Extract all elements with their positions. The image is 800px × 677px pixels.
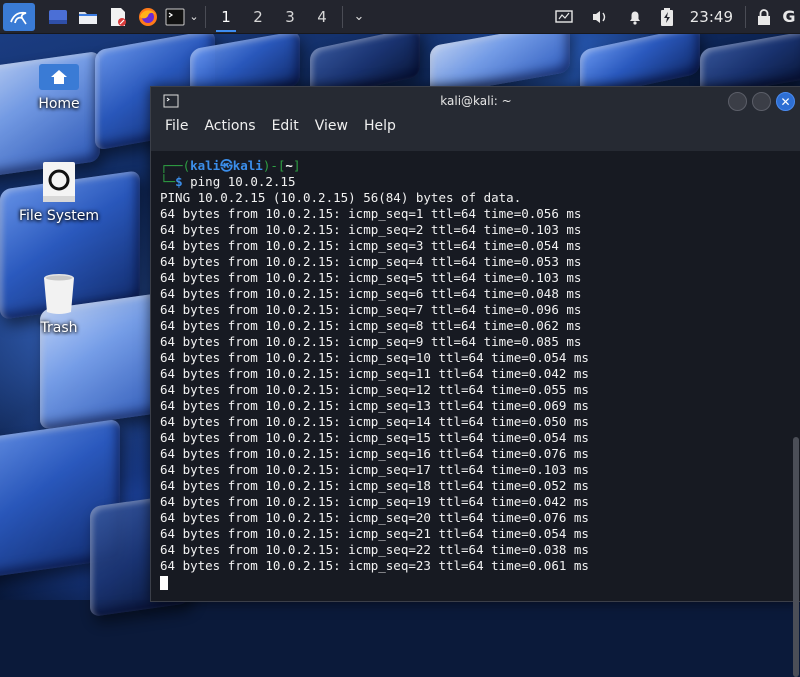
desktop-icon-file-system[interactable]: File System xyxy=(4,160,114,224)
ping-reply-line: 64 bytes from 10.0.2.15: icmp_seq=11 ttl… xyxy=(160,366,589,381)
ping-header-line: PING 10.0.2.15 (10.0.2.15) 56(84) bytes … xyxy=(160,190,522,205)
ping-reply-line: 64 bytes from 10.0.2.15: icmp_seq=10 ttl… xyxy=(160,350,589,365)
panel-separator xyxy=(342,5,343,28)
workspace-2[interactable]: 2 xyxy=(242,0,274,33)
workspace-1[interactable]: 1 xyxy=(210,0,242,33)
text-editor-launcher[interactable] xyxy=(103,0,133,33)
ping-reply-line: 64 bytes from 10.0.2.15: icmp_seq=14 ttl… xyxy=(160,414,589,429)
ping-reply-line: 64 bytes from 10.0.2.15: icmp_seq=20 ttl… xyxy=(160,510,589,525)
ping-reply-line: 64 bytes from 10.0.2.15: icmp_seq=7 ttl=… xyxy=(160,302,582,317)
ping-reply-line: 64 bytes from 10.0.2.15: icmp_seq=23 ttl… xyxy=(160,558,589,573)
desktop-icon-label: Trash xyxy=(40,320,78,336)
cursor-line xyxy=(160,574,800,590)
menu-edit[interactable]: Edit xyxy=(264,118,307,134)
terminal-icon xyxy=(165,8,185,25)
notifications-icon[interactable] xyxy=(618,0,652,33)
battery-charging-icon[interactable] xyxy=(652,0,682,33)
prompt-dir: ~ xyxy=(285,158,293,173)
desktop-icon-home[interactable]: Home xyxy=(4,62,114,112)
chevron-down-icon[interactable]: ⌄ xyxy=(189,10,198,23)
ping-reply-line: 64 bytes from 10.0.2.15: icmp_seq=2 ttl=… xyxy=(160,222,582,237)
ping-reply-line: 64 bytes from 10.0.2.15: icmp_seq=8 ttl=… xyxy=(160,318,582,333)
drive-icon xyxy=(43,162,75,202)
ping-reply-line: 64 bytes from 10.0.2.15: icmp_seq=19 ttl… xyxy=(160,494,589,509)
window-title: kali@kali: ~ xyxy=(440,94,512,108)
ping-reply-line: 64 bytes from 10.0.2.15: icmp_seq=1 ttl=… xyxy=(160,206,582,221)
close-button[interactable]: ✕ xyxy=(776,92,795,111)
prompt-user: kali xyxy=(190,158,221,173)
terminal-output[interactable]: ┌──(kali㉿kali)-[~] └─$ ping 10.0.2.15 PI… xyxy=(151,151,800,601)
ping-reply-line: 64 bytes from 10.0.2.15: icmp_seq=9 ttl=… xyxy=(160,334,582,349)
command-output: PING 10.0.2.15 (10.0.2.15) 56(84) bytes … xyxy=(160,190,800,574)
firefox-icon xyxy=(139,7,157,26)
lock-screen-icon[interactable] xyxy=(750,0,778,33)
minimize-button[interactable] xyxy=(728,92,747,111)
ping-reply-line: 64 bytes from 10.0.2.15: icmp_seq=22 ttl… xyxy=(160,542,589,557)
desktop-icon-label: Home xyxy=(38,96,80,112)
close-icon: ✕ xyxy=(780,94,791,109)
ping-reply-line: 64 bytes from 10.0.2.15: icmp_seq=16 ttl… xyxy=(160,446,589,461)
menu-bar: File Actions Edit View Help xyxy=(151,115,800,137)
ping-reply-line: 64 bytes from 10.0.2.15: icmp_seq=3 ttl=… xyxy=(160,238,582,253)
network-icon[interactable] xyxy=(546,0,582,33)
menu-actions[interactable]: Actions xyxy=(196,118,263,134)
ping-reply-line: 64 bytes from 10.0.2.15: icmp_seq=12 ttl… xyxy=(160,382,589,397)
terminal-launcher[interactable]: ⌄ xyxy=(163,0,201,33)
prompt-host: kali xyxy=(232,158,263,173)
firefox-launcher[interactable] xyxy=(133,0,163,33)
clock[interactable]: 23:49 xyxy=(682,8,741,26)
command-text: ping 10.0.2.15 xyxy=(190,174,296,189)
desktop-icon-label: File System xyxy=(18,208,100,224)
volume-icon[interactable] xyxy=(582,0,618,33)
home-folder-icon xyxy=(39,64,79,90)
terminal-window: kali@kali: ~ ✕ File Actions Edit View He… xyxy=(150,86,800,677)
scrollbar[interactable] xyxy=(793,437,799,677)
menu-help[interactable]: Help xyxy=(356,118,404,134)
ping-reply-line: 64 bytes from 10.0.2.15: icmp_seq=21 ttl… xyxy=(160,526,589,541)
panel-separator xyxy=(205,5,206,28)
power-menu-icon[interactable]: G xyxy=(778,7,800,26)
desktop-icon-trash[interactable]: Trash xyxy=(4,272,114,336)
chevron-down-icon[interactable]: ⌄ xyxy=(347,0,371,33)
prompt-line-2: └─$ ping 10.0.2.15 xyxy=(160,174,296,189)
trash-icon xyxy=(44,274,74,314)
kali-dragon-icon xyxy=(10,11,27,24)
prompt-line-1: ┌──(kali㉿kali)-[~] xyxy=(160,158,301,173)
workspace-3[interactable]: 3 xyxy=(274,0,306,33)
top-panel: ⌄ 1 2 3 4 ⌄ 23:49 G xyxy=(0,0,800,34)
show-desktop-button[interactable] xyxy=(43,0,73,33)
desktop-icon xyxy=(49,9,67,24)
ping-reply-line: 64 bytes from 10.0.2.15: icmp_seq=18 ttl… xyxy=(160,478,589,493)
ping-reply-line: 64 bytes from 10.0.2.15: icmp_seq=5 ttl=… xyxy=(160,270,582,285)
prompt-at: ㉿ xyxy=(220,158,233,173)
ping-reply-line: 64 bytes from 10.0.2.15: icmp_seq=4 ttl=… xyxy=(160,254,582,269)
folder-icon xyxy=(79,11,97,24)
maximize-button[interactable] xyxy=(752,92,771,111)
kali-menu-button[interactable] xyxy=(3,2,35,31)
ping-reply-line: 64 bytes from 10.0.2.15: icmp_seq=13 ttl… xyxy=(160,398,589,413)
menu-view[interactable]: View xyxy=(307,118,356,134)
ping-reply-line: 64 bytes from 10.0.2.15: icmp_seq=15 ttl… xyxy=(160,430,589,445)
system-tray: 23:49 G xyxy=(546,0,800,33)
file-manager-launcher[interactable] xyxy=(73,0,103,33)
text-editor-icon xyxy=(111,7,126,26)
menu-file[interactable]: File xyxy=(157,118,196,134)
ping-reply-line: 64 bytes from 10.0.2.15: icmp_seq=6 ttl=… xyxy=(160,286,582,301)
workspace-4[interactable]: 4 xyxy=(306,0,338,33)
window-titlebar[interactable]: kali@kali: ~ ✕ xyxy=(151,87,800,115)
ping-reply-line: 64 bytes from 10.0.2.15: icmp_seq=17 ttl… xyxy=(160,462,589,477)
panel-separator xyxy=(745,5,746,28)
text-cursor xyxy=(160,575,168,590)
